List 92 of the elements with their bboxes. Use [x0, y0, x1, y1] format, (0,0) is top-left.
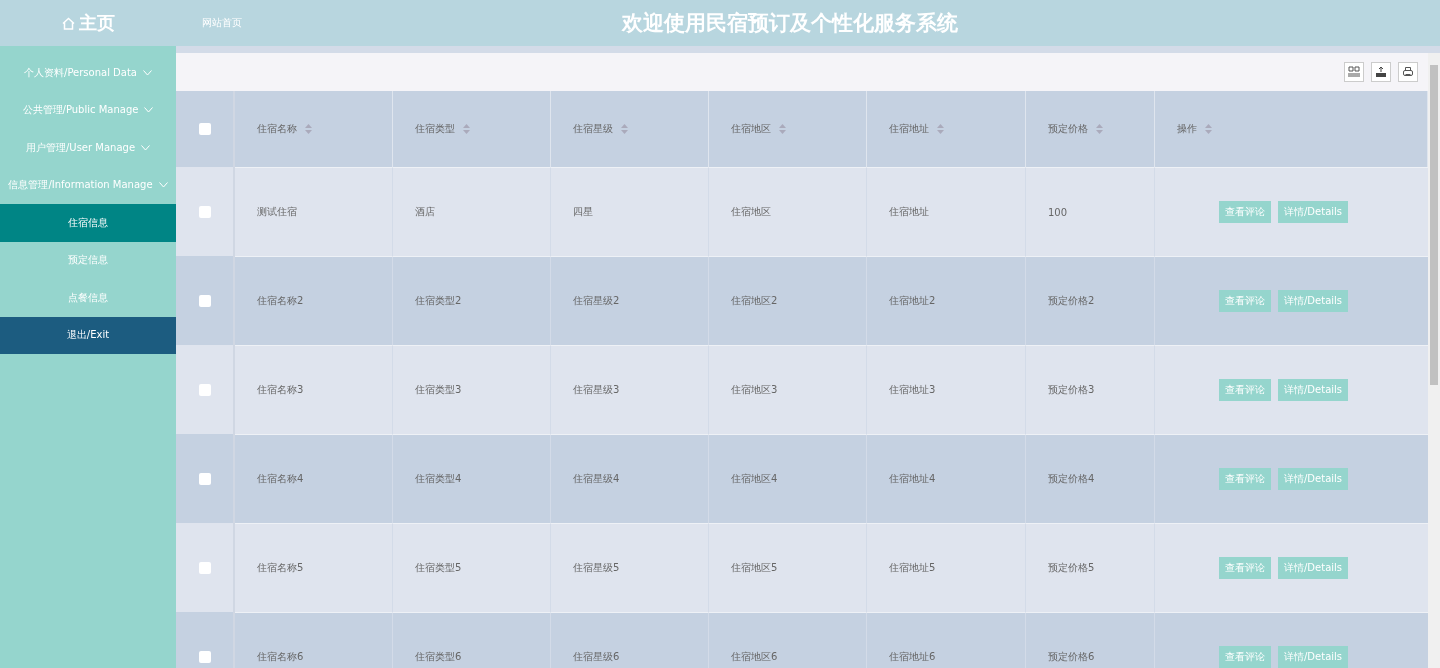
sidebar-item[interactable]: 点餐信息	[0, 279, 176, 317]
sidebar-item[interactable]: 公共管理/Public Manage	[0, 91, 176, 129]
table-cell: 预定价格3	[1048, 383, 1095, 397]
table-cell: 住宿地区4	[731, 472, 778, 486]
table-cell: 预定价格4	[1048, 472, 1095, 486]
column-header: 预定价格	[1048, 122, 1088, 136]
reviews-button[interactable]: 查看评论	[1219, 379, 1271, 401]
sidebar-item[interactable]: 预定信息	[0, 241, 176, 279]
table-cell: 住宿地区2	[731, 294, 778, 308]
table-cell: 住宿地址6	[889, 650, 936, 664]
column-header: 住宿星级	[573, 122, 613, 136]
table-cell: 住宿类型5	[415, 561, 462, 575]
select-all-checkbox[interactable]	[198, 123, 211, 135]
sort-icon[interactable]	[621, 124, 628, 134]
home-icon	[61, 16, 75, 30]
table-cell: 住宿地区3	[731, 383, 778, 397]
sort-icon[interactable]	[1096, 124, 1103, 134]
table-cell: 酒店	[415, 205, 435, 219]
export-icon	[1375, 66, 1387, 78]
table-cell: 住宿地址2	[889, 294, 936, 308]
column-header: 住宿类型	[415, 122, 455, 136]
table-cell: 住宿星级4	[573, 472, 620, 486]
chevron-down-icon	[141, 144, 151, 151]
sort-icon[interactable]	[779, 124, 786, 134]
table-cell: 住宿星级3	[573, 383, 620, 397]
sidebar-item[interactable]: 信息管理/Information Manage	[0, 166, 176, 204]
reviews-button[interactable]: 查看评论	[1219, 557, 1271, 579]
table-cell: 住宿类型4	[415, 472, 462, 486]
row-checkbox[interactable]	[198, 561, 211, 574]
table-cell: 100	[1048, 206, 1068, 218]
sort-icon[interactable]	[305, 124, 312, 134]
table-cell: 住宿类型2	[415, 294, 462, 308]
table-cell: 预定价格2	[1048, 294, 1095, 308]
row-checkbox[interactable]	[198, 383, 211, 396]
reviews-button[interactable]: 查看评论	[1219, 290, 1271, 312]
page-title: 欢迎使用民宿预订及个性化服务系统	[622, 10, 958, 37]
reviews-button[interactable]: 查看评论	[1219, 646, 1271, 668]
sort-icon[interactable]	[1205, 124, 1212, 134]
details-button[interactable]: 详情/Details	[1278, 379, 1349, 401]
column-header: 住宿名称	[257, 122, 297, 136]
table-cell: 住宿地址	[889, 205, 929, 219]
table-cell: 住宿星级5	[573, 561, 620, 575]
details-button[interactable]: 详情/Details	[1278, 557, 1349, 579]
table-cell: 住宿地址5	[889, 561, 936, 575]
table-cell: 住宿星级6	[573, 650, 620, 664]
details-button[interactable]: 详情/Details	[1278, 468, 1349, 490]
table-cell: 预定价格6	[1048, 650, 1095, 664]
table-cell: 住宿名称4	[257, 472, 304, 486]
column-header: 住宿地区	[731, 122, 771, 136]
table-cell: 住宿名称5	[257, 561, 304, 575]
row-checkbox[interactable]	[198, 294, 211, 307]
row-checkbox[interactable]	[198, 205, 211, 218]
chevron-down-icon	[158, 182, 168, 189]
sort-icon[interactable]	[937, 124, 944, 134]
table-cell: 住宿地区	[731, 205, 771, 219]
reviews-button[interactable]: 查看评论	[1219, 201, 1271, 223]
grid-icon	[1348, 66, 1360, 78]
table-cell: 住宿类型3	[415, 383, 462, 397]
sort-icon[interactable]	[463, 124, 470, 134]
table-cell: 住宿地址4	[889, 472, 936, 486]
home-title[interactable]: 主页	[78, 11, 115, 35]
table-cell: 住宿名称6	[257, 650, 304, 664]
home-link[interactable]: 网站首页	[202, 16, 622, 30]
table-cell: 住宿地址3	[889, 383, 936, 397]
sidebar-item[interactable]: 住宿信息	[0, 204, 176, 242]
chevron-down-icon	[142, 69, 152, 76]
table-cell: 测试住宿	[257, 205, 297, 219]
table-cell: 住宿名称3	[257, 383, 304, 397]
scrollbar[interactable]	[1428, 53, 1440, 668]
columns-button[interactable]	[1344, 62, 1364, 82]
sidebar-item[interactable]: 个人资料/Personal Data	[0, 54, 176, 92]
table-cell: 住宿星级2	[573, 294, 620, 308]
table-cell: 四星	[573, 205, 593, 219]
sidebar-item[interactable]: 退出/Exit	[0, 316, 176, 354]
row-checkbox[interactable]	[198, 472, 211, 485]
table-cell: 预定价格5	[1048, 561, 1095, 575]
details-button[interactable]: 详情/Details	[1278, 290, 1349, 312]
export-button[interactable]	[1371, 62, 1391, 82]
table-cell: 住宿名称2	[257, 294, 304, 308]
row-checkbox[interactable]	[198, 650, 211, 663]
table-cell: 住宿类型6	[415, 650, 462, 664]
reviews-button[interactable]: 查看评论	[1219, 468, 1271, 490]
chevron-down-icon	[144, 107, 154, 114]
column-header: 住宿地址	[889, 122, 929, 136]
print-button[interactable]	[1398, 62, 1418, 82]
column-header: 操作	[1177, 122, 1197, 136]
details-button[interactable]: 详情/Details	[1278, 201, 1349, 223]
print-icon	[1402, 66, 1414, 78]
table-cell: 住宿地区5	[731, 561, 778, 575]
sidebar-item[interactable]: 用户管理/User Manage	[0, 129, 176, 167]
details-button[interactable]: 详情/Details	[1278, 646, 1349, 668]
table-cell: 住宿地区6	[731, 650, 778, 664]
